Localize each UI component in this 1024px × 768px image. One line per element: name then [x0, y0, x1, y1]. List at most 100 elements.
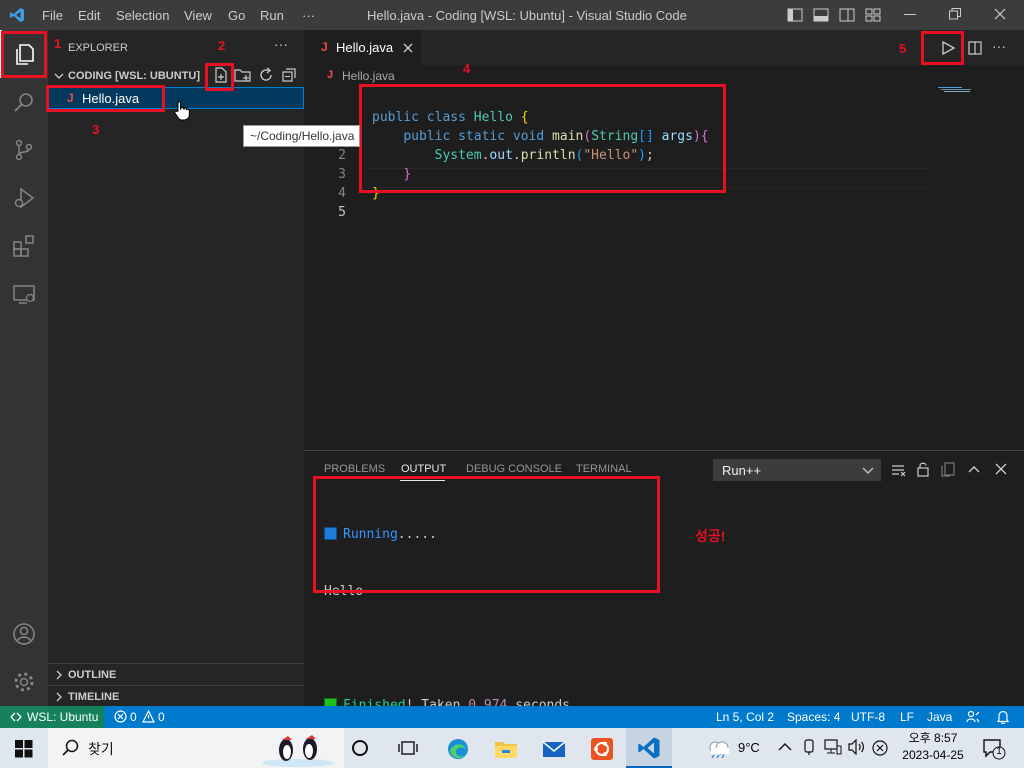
new-folder-icon[interactable] — [234, 66, 252, 84]
restore-button[interactable] — [949, 8, 961, 20]
taskbar-search-box[interactable]: 찾기 — [48, 728, 344, 768]
java-file-icon: J — [67, 91, 74, 105]
ime-status-icon[interactable] — [872, 740, 888, 756]
menu-file[interactable]: File — [42, 8, 63, 23]
editor-more-icon[interactable]: ··· — [992, 38, 1006, 54]
clock[interactable]: 오후 8:57 2023-04-25 — [897, 730, 969, 766]
collapse-all-icon[interactable] — [280, 66, 298, 84]
explorer-icon[interactable] — [12, 42, 36, 66]
run-debug-icon[interactable] — [12, 186, 36, 210]
notification-center-icon[interactable]: 1 — [982, 738, 1006, 760]
outline-section[interactable]: OUTLINE — [48, 663, 304, 685]
line-numbers: 12345 — [338, 129, 346, 220]
search-highlight-image — [258, 730, 338, 768]
folder-name: CODING [WSL: UBUNTU] — [68, 70, 200, 82]
remote-explorer-icon[interactable] — [12, 282, 36, 306]
menu-run[interactable]: Run — [260, 8, 284, 23]
annotation-success: 성공! — [695, 528, 726, 544]
split-editor-icon[interactable] — [967, 40, 983, 56]
vscode-icon — [638, 737, 660, 759]
run-play-icon[interactable] — [940, 40, 956, 56]
show-hidden-icons-icon[interactable] — [778, 741, 792, 753]
clear-output-icon[interactable] — [890, 462, 906, 478]
task-view-icon[interactable] — [398, 739, 418, 757]
code-editor[interactable]: J Hello.java 12345 public class Hello { … — [304, 65, 1024, 450]
tab-debug-console[interactable]: DEBUG CONSOLE — [466, 463, 562, 475]
code-line-3: System.out.println("Hello"); — [434, 148, 654, 163]
menu-go[interactable]: Go — [228, 8, 245, 23]
timeline-label: TIMELINE — [68, 691, 120, 703]
toggle-secondary-sidebar-icon[interactable] — [839, 8, 855, 22]
menu-edit[interactable]: Edit — [78, 8, 100, 23]
toggle-sidebar-icon[interactable] — [787, 8, 803, 22]
annotation-number-3: 3 — [92, 122, 100, 137]
tab-terminal[interactable]: TERMINAL — [576, 463, 632, 475]
touch-keyboard-icon[interactable] — [802, 739, 816, 755]
vscode-taskbar-button[interactable] — [626, 728, 672, 768]
lock-scroll-icon[interactable] — [915, 461, 931, 477]
encoding[interactable]: UTF-8 — [851, 710, 885, 724]
cortana-icon[interactable] — [351, 739, 369, 757]
tab-hello-java[interactable]: J Hello.java — [304, 30, 421, 65]
indentation[interactable]: Spaces: 4 — [787, 710, 840, 724]
output-channel-select[interactable]: Run++ — [713, 459, 881, 481]
end-of-line[interactable]: LF — [900, 710, 914, 724]
tab-label: Hello.java — [336, 40, 394, 55]
edge-browser-icon[interactable] — [446, 737, 470, 761]
clock-ampm: 오후 — [908, 731, 931, 745]
output-line-running: Running..... — [324, 525, 578, 544]
chevron-right-icon — [56, 670, 62, 680]
menu-more[interactable]: ··· — [302, 8, 315, 23]
windows-taskbar: 찾기 9°C 오후 8:57 2023-04-25 1 — [0, 728, 1024, 768]
search-icon[interactable] — [12, 90, 36, 114]
extensions-icon[interactable] — [12, 234, 36, 258]
customize-layout-icon[interactable] — [865, 8, 881, 22]
tab-problems[interactable]: PROBLEMS — [324, 463, 385, 475]
remote-indicator[interactable]: WSL: Ubuntu — [0, 706, 104, 728]
code-line-2: public static void main(String[] args){ — [403, 129, 709, 144]
settings-gear-icon[interactable] — [12, 670, 36, 694]
timeline-section[interactable]: TIMELINE — [48, 685, 304, 706]
warning-icon — [142, 710, 155, 723]
breadcrumb[interactable]: Hello.java — [342, 69, 395, 83]
windows-start-icon[interactable] — [15, 740, 33, 758]
volume-icon[interactable] — [848, 739, 866, 755]
explorer-more-icon[interactable]: ··· — [274, 36, 288, 52]
open-log-icon[interactable] — [940, 461, 956, 477]
close-button[interactable] — [994, 8, 1006, 20]
tab-output[interactable]: OUTPUT — [401, 463, 446, 475]
chevron-right-icon — [56, 692, 62, 702]
accounts-icon[interactable] — [12, 622, 36, 646]
ubuntu-icon[interactable] — [590, 737, 614, 761]
mail-icon[interactable] — [542, 737, 566, 761]
maximize-panel-icon[interactable] — [967, 462, 981, 476]
chevron-down-icon — [54, 73, 64, 79]
weather-temp[interactable]: 9°C — [738, 740, 760, 755]
minimize-button[interactable] — [904, 14, 916, 15]
weather-cloud-icon[interactable] — [705, 738, 733, 758]
output-line-hello: Hello — [324, 584, 364, 599]
file-name: Hello.java — [82, 91, 140, 106]
menu-selection[interactable]: Selection — [116, 8, 169, 23]
feedback-icon[interactable] — [966, 710, 980, 724]
menu-view[interactable]: View — [184, 8, 212, 23]
notifications-bell-icon[interactable] — [996, 710, 1010, 724]
hand-cursor-icon — [173, 100, 191, 122]
cursor-position[interactable]: Ln 5, Col 2 — [716, 710, 774, 724]
active-tab-underline — [400, 480, 445, 481]
new-file-icon[interactable] — [212, 66, 230, 84]
toggle-panel-icon[interactable] — [813, 8, 829, 22]
source-control-icon[interactable] — [12, 138, 36, 162]
code-line-5: } — [372, 186, 380, 201]
refresh-icon[interactable] — [257, 66, 275, 84]
close-panel-icon[interactable] — [994, 462, 1008, 476]
close-icon[interactable] — [403, 43, 413, 53]
title-bar: File Edit Selection View Go Run ··· Hell… — [0, 0, 1024, 30]
blue-square-icon — [324, 527, 337, 540]
outline-label: OUTLINE — [68, 669, 117, 681]
active-indicator — [0, 30, 2, 78]
network-icon[interactable] — [824, 739, 842, 755]
file-explorer-icon[interactable] — [494, 737, 518, 761]
language-mode[interactable]: Java — [927, 710, 952, 724]
minimap[interactable] — [938, 85, 978, 97]
